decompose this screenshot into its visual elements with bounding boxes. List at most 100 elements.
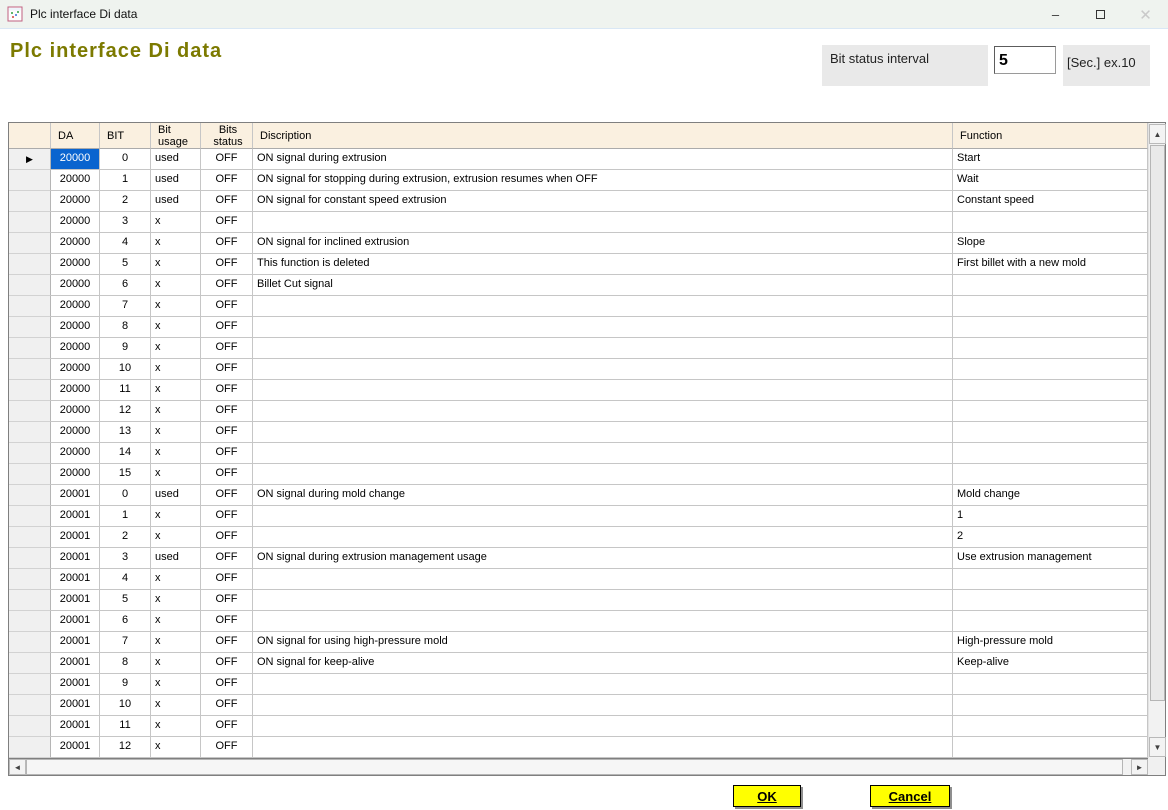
cell-status[interactable]: OFF [201,275,253,296]
cell-da[interactable]: 20001 [51,653,100,674]
cell-description[interactable] [253,569,953,590]
cell-function[interactable]: First billet with a new mold [953,254,1148,275]
cell-function[interactable]: Wait [953,170,1148,191]
horizontal-scrollbar[interactable]: ◄ ► [9,758,1148,775]
table-row[interactable]: 200005xOFFThis function is deletedFirst … [9,254,1148,275]
table-row[interactable]: 200002usedOFFON signal for constant spee… [9,191,1148,212]
cell-da[interactable]: 20000 [51,296,100,317]
cell-usage[interactable]: x [151,590,201,611]
cell-status[interactable]: OFF [201,191,253,212]
row-selector[interactable] [9,548,51,569]
bit-status-interval-input[interactable] [994,46,1056,74]
row-selector[interactable] [9,737,51,758]
cell-usage[interactable]: x [151,632,201,653]
cell-usage[interactable]: x [151,233,201,254]
cell-bit[interactable]: 5 [100,590,151,611]
cell-status[interactable]: OFF [201,443,253,464]
cell-description[interactable] [253,401,953,422]
row-selector[interactable] [9,506,51,527]
cell-description[interactable] [253,611,953,632]
cell-description[interactable] [253,338,953,359]
cell-function[interactable]: Constant speed [953,191,1148,212]
cell-usage[interactable]: x [151,443,201,464]
cell-function[interactable] [953,590,1148,611]
cell-usage[interactable]: x [151,380,201,401]
cell-description[interactable] [253,296,953,317]
row-selector[interactable] [9,632,51,653]
cell-description[interactable] [253,212,953,233]
cell-status[interactable]: OFF [201,569,253,590]
cell-status[interactable]: OFF [201,485,253,506]
row-selector[interactable] [9,653,51,674]
cell-da[interactable]: 20000 [51,401,100,422]
cell-function[interactable] [953,443,1148,464]
row-selector[interactable] [9,275,51,296]
cell-description[interactable] [253,590,953,611]
cell-usage[interactable]: x [151,506,201,527]
cell-da[interactable]: 20000 [51,254,100,275]
cell-da[interactable]: 20001 [51,632,100,653]
row-selector[interactable] [9,296,51,317]
cell-status[interactable]: OFF [201,233,253,254]
cell-usage[interactable]: x [151,527,201,548]
table-row[interactable]: 200015xOFF [9,590,1148,611]
row-selector[interactable] [9,422,51,443]
table-row[interactable]: 2000110xOFF [9,695,1148,716]
column-header-da[interactable]: DA [51,123,100,149]
row-selector[interactable] [9,233,51,254]
cell-status[interactable]: OFF [201,611,253,632]
cell-description[interactable] [253,674,953,695]
cell-usage[interactable]: x [151,611,201,632]
cell-bit[interactable]: 7 [100,296,151,317]
cell-da[interactable]: 20000 [51,233,100,254]
cell-description[interactable]: ON signal for inclined extrusion [253,233,953,254]
cell-bit[interactable]: 15 [100,464,151,485]
cell-da[interactable]: 20000 [51,443,100,464]
row-selector[interactable] [9,170,51,191]
row-selector[interactable] [9,212,51,233]
cell-bit[interactable]: 6 [100,611,151,632]
row-selector[interactable] [9,590,51,611]
cell-status[interactable]: OFF [201,149,253,170]
cell-da[interactable]: 20000 [51,212,100,233]
row-selector[interactable] [9,695,51,716]
cell-status[interactable]: OFF [201,695,253,716]
scroll-left-icon[interactable]: ◄ [9,759,26,775]
cell-bit[interactable]: 10 [100,695,151,716]
table-row[interactable]: 2000012xOFF [9,401,1148,422]
cell-function[interactable]: Slope [953,233,1148,254]
cell-usage[interactable]: x [151,359,201,380]
table-row[interactable]: 2000013xOFF [9,422,1148,443]
cell-function[interactable] [953,611,1148,632]
table-row[interactable]: 2000014xOFF [9,443,1148,464]
row-selector[interactable] [9,317,51,338]
cell-da[interactable]: 20000 [51,149,100,170]
table-row[interactable]: 200017xOFFON signal for using high-press… [9,632,1148,653]
cell-description[interactable]: ON signal during mold change [253,485,953,506]
cell-status[interactable]: OFF [201,359,253,380]
cell-status[interactable]: OFF [201,632,253,653]
table-row[interactable]: ▶200000usedOFFON signal during extrusion… [9,149,1148,170]
cell-status[interactable]: OFF [201,590,253,611]
cell-function[interactable] [953,212,1148,233]
cell-function[interactable] [953,380,1148,401]
cell-description[interactable]: This function is deleted [253,254,953,275]
table-row[interactable]: 2000015xOFF [9,464,1148,485]
cancel-button[interactable]: Cancel [870,785,950,807]
cell-status[interactable]: OFF [201,296,253,317]
cell-function[interactable] [953,695,1148,716]
cell-usage[interactable]: x [151,695,201,716]
cell-bit[interactable]: 3 [100,212,151,233]
table-row[interactable]: 200010usedOFFON signal during mold chang… [9,485,1148,506]
cell-description[interactable] [253,506,953,527]
cell-bit[interactable]: 1 [100,506,151,527]
table-row[interactable]: 200004xOFFON signal for inclined extrusi… [9,233,1148,254]
cell-usage[interactable]: x [151,674,201,695]
cell-description[interactable] [253,464,953,485]
cell-bit[interactable]: 11 [100,716,151,737]
table-row[interactable]: 2000112xOFF [9,737,1148,758]
column-header-function[interactable]: Function [953,123,1148,149]
table-row[interactable]: 200009xOFF [9,338,1148,359]
cell-usage[interactable]: used [151,191,201,212]
cell-function[interactable] [953,674,1148,695]
